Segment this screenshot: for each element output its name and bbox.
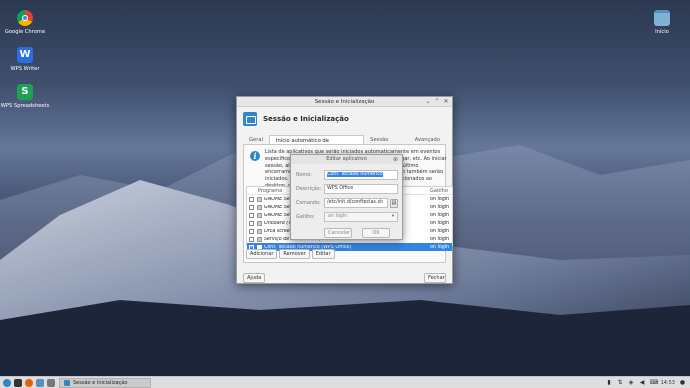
home-folder-icon <box>654 10 670 26</box>
dialog-actions: Cancelar OK <box>324 228 390 238</box>
maximize-icon[interactable]: ⌃ <box>434 99 440 105</box>
user-icon[interactable]: ● <box>679 379 686 386</box>
file-manager-icon[interactable] <box>36 378 44 387</box>
desktop-icon-label: WPS Writer <box>10 66 40 72</box>
minimize-icon[interactable]: ⌄ <box>425 99 431 105</box>
volume-icon[interactable]: ◀ <box>639 379 646 386</box>
battery-icon[interactable]: ▮ <box>606 379 613 386</box>
info-icon: i <box>250 151 260 161</box>
desktop-icon-label: Google Chrome <box>4 29 46 35</box>
command-input[interactable]: /etc/init.d/confteclas.sh <box>324 198 388 208</box>
clock[interactable]: 14:53 <box>661 380 675 386</box>
shield-icon[interactable]: ◈ <box>628 379 635 386</box>
taskbar-task-session[interactable]: Sessão e Inicialização <box>59 377 151 388</box>
window-titlebar[interactable]: Sessão e Inicialização ⌄ ⌃ ✕ <box>237 97 452 107</box>
row-checkbox[interactable] <box>249 228 254 234</box>
wps-writer-icon: W <box>17 47 33 63</box>
row-trigger: on login <box>430 212 450 218</box>
description-input[interactable]: WPS Office <box>324 184 398 194</box>
command-field-row: Comando: /etc/init.d/confteclas.sh ▤ <box>296 198 398 208</box>
header-title: Sessão e Inicialização <box>263 115 349 123</box>
row-trigger: on login <box>430 236 450 242</box>
row-checkbox[interactable] <box>249 236 254 242</box>
window-footer: Ajuda Fechar <box>243 273 446 283</box>
app-icon <box>257 220 262 226</box>
row-trigger: on login <box>430 196 450 202</box>
window-title: Sessão e Inicialização <box>314 99 375 105</box>
row-trigger: on login <box>430 244 450 250</box>
desktop-icon-label: WPS Spreadsheets <box>0 103 50 109</box>
row-checkbox[interactable] <box>249 204 254 210</box>
name-field-row: Nome: Conf. Teclado numérico <box>296 170 398 180</box>
description-field-row: Descrição: WPS Office <box>296 184 398 194</box>
app-icon <box>257 212 262 218</box>
app-icon <box>257 236 262 242</box>
row-trigger: on login <box>430 228 450 234</box>
tab-current-session[interactable]: Sessão atual <box>364 135 409 153</box>
chevron-down-icon: ▾ <box>391 214 394 219</box>
app-icon <box>257 196 262 202</box>
dialog-titlebar[interactable]: Editar aplicativo ⊗ <box>291 155 402 164</box>
edit-application-dialog: Editar aplicativo ⊗ Nome: Conf. Teclado … <box>290 154 403 240</box>
row-trigger: on login <box>430 220 450 226</box>
trigger-select[interactable]: on login ▾ <box>324 212 398 222</box>
close-button[interactable]: Fechar <box>424 273 446 283</box>
ok-button[interactable]: OK <box>362 228 390 238</box>
edit-button[interactable]: Editar <box>311 249 335 259</box>
tab-advanced[interactable]: Avançado <box>409 135 446 144</box>
trigger-select-value: on login <box>328 214 348 219</box>
chrome-icon <box>17 10 33 26</box>
window-header: Sessão e Inicialização <box>237 107 452 131</box>
close-icon[interactable]: ✕ <box>443 99 449 105</box>
name-label: Nome: <box>296 172 312 178</box>
tab-bar: Geral Início automático de aplicativos S… <box>243 135 446 154</box>
app-icon <box>257 228 262 234</box>
name-input-value: Conf. Teclado numérico <box>327 172 383 177</box>
session-app-icon <box>243 112 257 126</box>
taskbar-task-label: Sessão e Inicialização <box>73 379 128 386</box>
trigger-label: Gatilho: <box>296 214 315 220</box>
desktop-icon-chrome[interactable]: Google Chrome <box>0 10 50 36</box>
trigger-field-row: Gatilho: on login ▾ <box>296 212 398 222</box>
firefox-icon[interactable] <box>25 378 33 387</box>
terminal-icon[interactable] <box>14 378 22 387</box>
whisker-menu-icon[interactable] <box>3 378 11 387</box>
table-actions: Adicionar Remover Editar <box>246 249 335 259</box>
cancel-button[interactable]: Cancelar <box>324 228 352 238</box>
name-input[interactable]: Conf. Teclado numérico <box>324 170 398 180</box>
show-desktop-icon[interactable] <box>47 378 55 387</box>
tab-general[interactable]: Geral <box>243 135 269 144</box>
session-app-icon <box>64 379 70 386</box>
network-icon[interactable]: ⇅ <box>617 379 624 386</box>
desktop-icon-wps-spreadsheets[interactable]: S WPS Spreadsheets <box>0 84 50 110</box>
desktop-icon-label: Início <box>655 29 669 35</box>
command-label: Comando: <box>296 200 321 206</box>
taskbar: Sessão e Inicialização ▮ ⇅ ◈ ◀ ⌨ 14:53 ● <box>0 376 690 388</box>
row-checkbox[interactable] <box>249 220 254 226</box>
help-button[interactable]: Ajuda <box>243 273 265 283</box>
tab-autostart[interactable]: Início automático de aplicativos <box>268 135 365 154</box>
description-label: Descrição: <box>296 186 322 192</box>
column-trigger[interactable]: Gatilho <box>430 187 452 194</box>
desktop-icon-home[interactable]: Início <box>637 10 687 36</box>
row-checkbox[interactable] <box>249 196 254 202</box>
dialog-close-icon[interactable]: ⊗ <box>393 155 398 164</box>
add-button[interactable]: Adicionar <box>246 249 278 259</box>
keyboard-icon[interactable]: ⌨ <box>650 379 659 386</box>
dialog-title: Editar aplicativo <box>326 156 367 162</box>
browse-file-icon[interactable]: ▤ <box>390 198 398 208</box>
app-icon <box>257 204 262 210</box>
wps-spreadsheets-icon: S <box>17 84 33 100</box>
desktop-icon-wps-writer[interactable]: W WPS Writer <box>0 47 50 73</box>
remove-button[interactable]: Remover <box>279 249 310 259</box>
row-checkbox[interactable] <box>249 212 254 218</box>
row-trigger: on login <box>430 204 450 210</box>
system-tray: ▮ ⇅ ◈ ◀ ⌨ 14:53 ● <box>606 379 690 386</box>
